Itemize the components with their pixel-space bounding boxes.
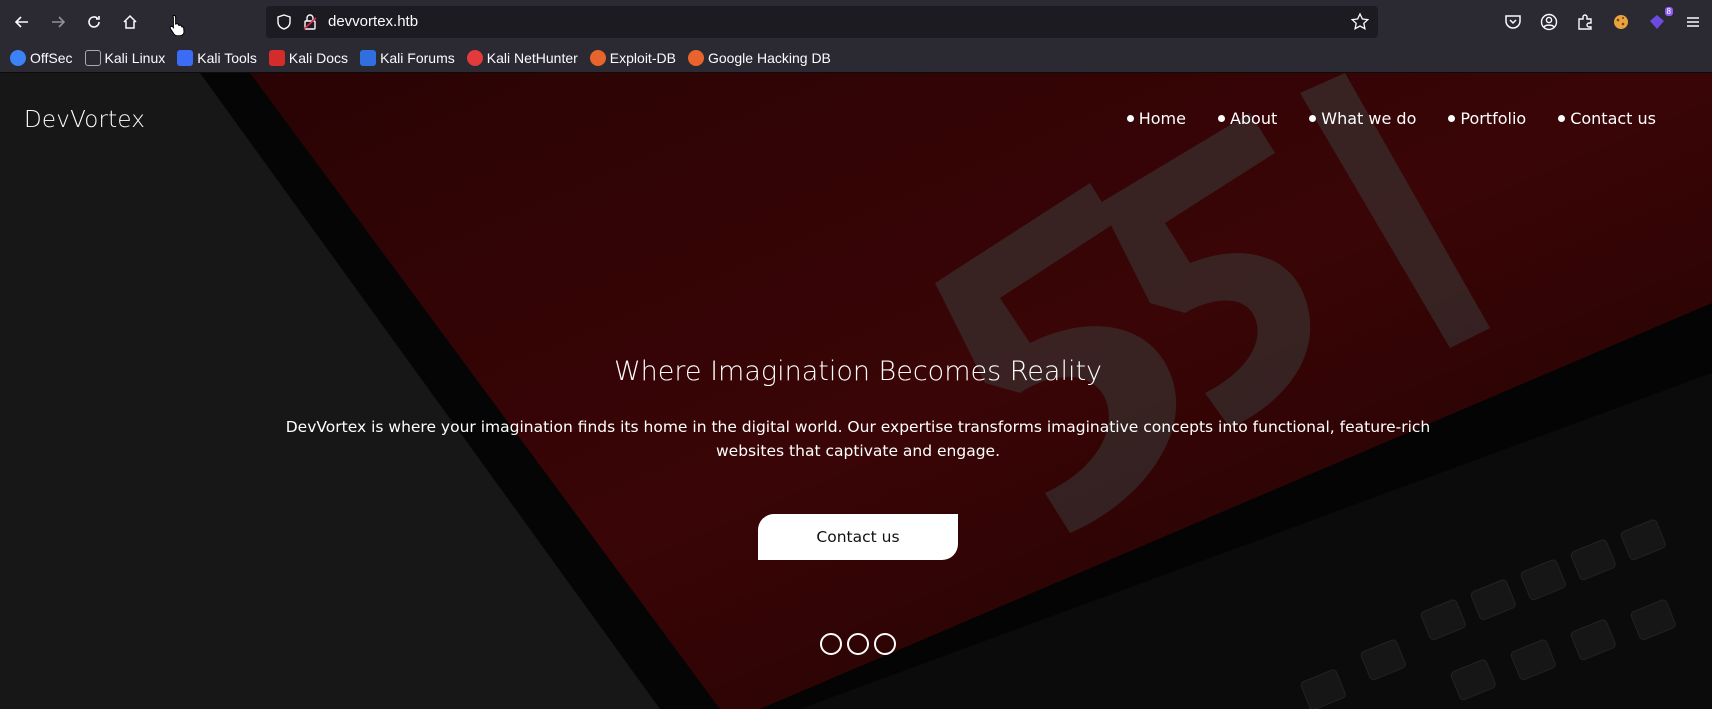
carousel-dot-1[interactable] xyxy=(820,633,842,655)
forward-arrow-icon xyxy=(52,16,66,28)
carousel-indicators xyxy=(820,633,901,655)
kali-forums-icon xyxy=(360,50,377,66)
bookmark-google-hacking-db[interactable]: Google Hacking DB xyxy=(687,50,831,66)
carousel-dot-3[interactable] xyxy=(874,633,896,655)
exploit-db-icon xyxy=(589,50,606,66)
pocket-button[interactable] xyxy=(1502,11,1524,33)
address-bar[interactable]: devvortex.htb xyxy=(266,6,1378,38)
nav-portfolio[interactable]: Portfolio xyxy=(1448,109,1526,128)
extensions-button[interactable] xyxy=(1574,11,1596,33)
extension-cookie-button[interactable] xyxy=(1610,11,1632,33)
nav-home[interactable]: Home xyxy=(1126,109,1186,128)
home-icon xyxy=(123,14,137,29)
cookie-extension-icon xyxy=(1614,15,1628,29)
shield-icon[interactable] xyxy=(274,12,294,32)
browser-toolbar: devvortex.htb 8 xyxy=(0,0,1712,44)
home-button[interactable] xyxy=(118,10,142,34)
hero-title: Where Imagination Becomes Reality xyxy=(613,356,1103,387)
nav-what-we-do[interactable]: What we do xyxy=(1309,109,1416,128)
carousel-dot-2[interactable] xyxy=(847,633,869,655)
bookmark-kali-nethunter[interactable]: Kali NetHunter xyxy=(466,50,578,66)
bookmark-kali-tools[interactable]: Kali Tools xyxy=(177,50,257,66)
web-page: DevVortex Home About What we do Portfoli… xyxy=(0,73,1712,709)
hero-description: DevVortex is where your imagination find… xyxy=(285,418,1431,460)
bookmark-kali-forums[interactable]: Kali Forums xyxy=(360,50,455,66)
reload-icon xyxy=(88,16,100,28)
bullet-icon xyxy=(1558,115,1566,122)
bullet-icon xyxy=(1217,115,1225,122)
kali-tools-icon xyxy=(177,50,194,66)
hand-cursor-icon xyxy=(169,14,185,36)
bookmark-kali-linux[interactable]: Kali Linux xyxy=(84,50,165,66)
hamburger-menu-icon xyxy=(1687,17,1699,27)
contact-us-button[interactable]: Contact us xyxy=(758,514,958,560)
kali-nethunter-icon xyxy=(466,50,483,66)
nav-about[interactable]: About xyxy=(1217,109,1277,128)
site-brand[interactable]: DevVortex xyxy=(24,107,145,133)
bookmark-star-icon[interactable] xyxy=(1350,12,1370,32)
pocket-icon xyxy=(1505,15,1521,29)
forward-button[interactable] xyxy=(46,10,70,34)
offsec-icon xyxy=(10,50,26,66)
bookmark-exploit-db[interactable]: Exploit-DB xyxy=(589,50,676,66)
bullet-icon xyxy=(1309,115,1317,122)
purple-gem-extension-icon xyxy=(1650,15,1664,29)
app-menu-button[interactable] xyxy=(1682,11,1704,33)
bookmark-offsec[interactable]: OffSec xyxy=(10,50,73,66)
extension-purple-button[interactable]: 8 xyxy=(1646,7,1673,33)
nav-contact-us[interactable]: Contact us xyxy=(1558,109,1656,128)
back-button[interactable] xyxy=(10,10,34,34)
kali-dragon-icon xyxy=(84,50,101,66)
hero-background-image xyxy=(0,73,1712,709)
bullet-icon xyxy=(1126,115,1134,122)
kali-docs-icon xyxy=(268,50,285,66)
reload-button[interactable] xyxy=(82,10,106,34)
bookmarks-toolbar: OffSec Kali Linux Kali Tools Kali Docs K… xyxy=(0,44,1712,73)
url-text[interactable]: devvortex.htb xyxy=(328,13,418,30)
account-button[interactable] xyxy=(1538,11,1560,33)
bullet-icon xyxy=(1448,115,1456,122)
site-nav: Home About What we do Portfolio Contact … xyxy=(1126,109,1656,128)
account-icon xyxy=(1540,13,1558,31)
google-hacking-db-icon xyxy=(687,50,704,66)
lock-icon[interactable] xyxy=(300,12,320,32)
puzzle-icon xyxy=(1578,14,1592,30)
extension-badge: 8 xyxy=(1664,7,1673,16)
bookmark-kali-docs[interactable]: Kali Docs xyxy=(268,50,348,66)
back-arrow-icon xyxy=(14,16,28,28)
